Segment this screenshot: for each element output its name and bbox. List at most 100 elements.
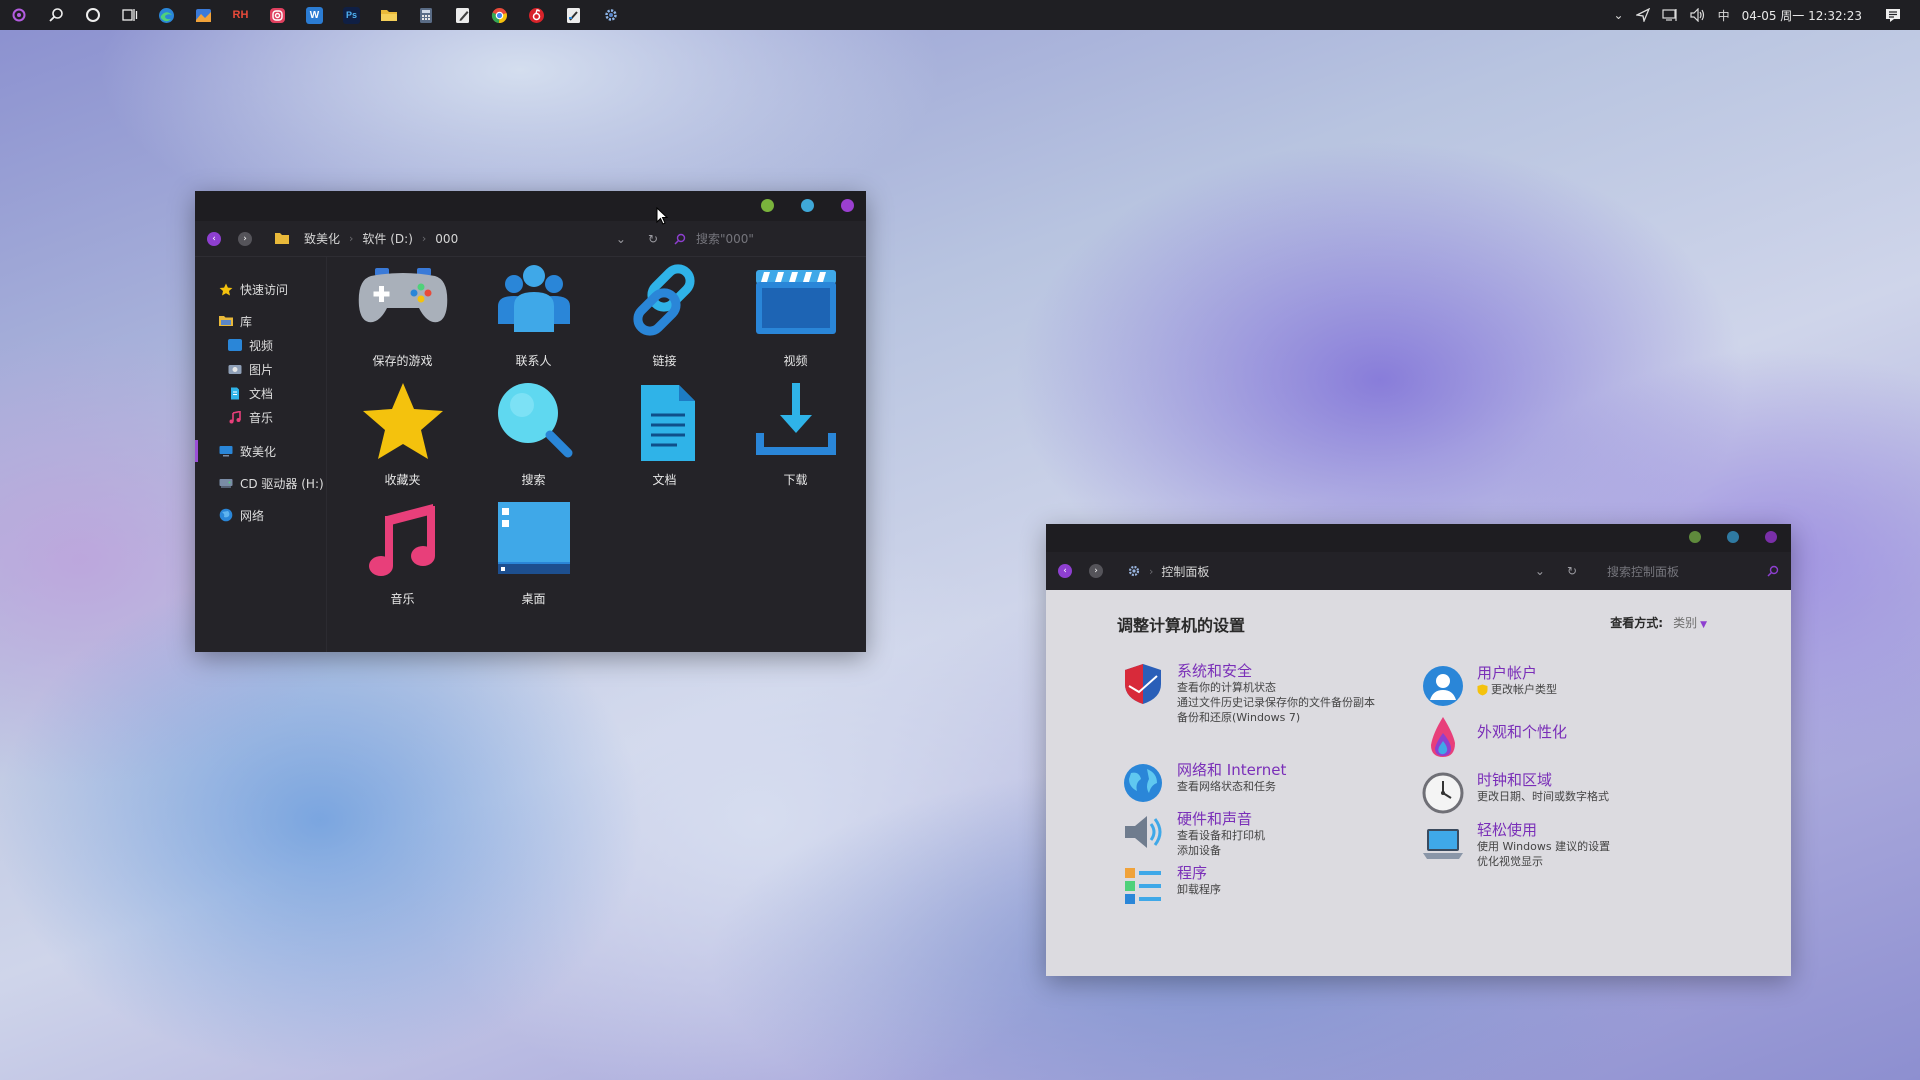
control-panel-search-box[interactable]: 搜索控制面板 [1607, 563, 1779, 580]
category-title[interactable]: 程序 [1177, 864, 1221, 882]
tray-overflow-chevron[interactable]: ⌄ [1614, 8, 1624, 22]
photoshop-app[interactable]: Ps [333, 0, 370, 30]
folder-item[interactable]: 链接 [599, 260, 730, 379]
category-title[interactable]: 系统和安全 [1177, 662, 1403, 680]
category-link[interactable]: 通过文件历史记录保存你的文件备份副本 [1177, 695, 1403, 710]
folder-item[interactable]: 下载 [730, 379, 861, 498]
category-link[interactable]: 查看你的计算机状态 [1177, 680, 1403, 695]
forward-button[interactable]: › [238, 231, 252, 246]
calculator-icon [419, 7, 432, 23]
sidebar-item-documents[interactable]: 文档 [195, 381, 326, 405]
edge-app[interactable] [148, 0, 185, 30]
category-link[interactable]: 查看设备和打印机 [1177, 828, 1265, 843]
breadcrumb-item[interactable]: 软件 (D:) [362, 230, 412, 247]
sidebar-item-label: 音乐 [249, 410, 274, 425]
explorer-address-bar: ‹ › 致美化 › 软件 (D:) › 000 ⌄ ↻ 搜索"000" [195, 221, 866, 257]
folder-item[interactable]: 文档 [599, 379, 730, 498]
sidebar-item-pictures[interactable]: 图片 [195, 357, 326, 381]
photos-app[interactable] [185, 0, 222, 30]
breadcrumb-item[interactable]: 控制面板 [1161, 563, 1209, 580]
category-link[interactable]: 优化视觉显示 [1477, 854, 1610, 869]
notepad-app[interactable] [444, 0, 481, 30]
folder-item[interactable]: 搜索 [468, 379, 599, 498]
rh-app[interactable]: RH [222, 0, 259, 30]
speaker-icon [1125, 816, 1162, 848]
category-text: 硬件和声音 查看设备和打印机 添加设备 [1177, 810, 1265, 858]
task-view-button[interactable] [111, 0, 148, 30]
category-link[interactable]: 查看网络状态和任务 [1177, 779, 1286, 794]
minimize-button[interactable] [761, 199, 774, 212]
category-link[interactable]: 备份和还原(Windows 7) [1177, 710, 1403, 725]
folder-item[interactable]: 保存的游戏 [337, 260, 468, 379]
category-link[interactable]: 使用 Windows 建议的设置 [1477, 839, 1610, 854]
desktop-pc-icon [219, 446, 233, 457]
control-panel-titlebar[interactable] [1046, 524, 1791, 552]
refresh-icon[interactable]: ↻ [648, 232, 658, 246]
minimize-button[interactable] [1689, 531, 1701, 543]
view-by-value: 类别 [1673, 616, 1698, 630]
folder-item[interactable]: 视频 [730, 260, 861, 379]
sidebar-item-cd-drive[interactable]: CD 驱动器 (H:) [195, 471, 326, 495]
sidebar-item-label: 文档 [249, 386, 274, 401]
maximize-button[interactable] [1727, 531, 1739, 543]
category-title[interactable]: 外观和个性化 [1477, 723, 1567, 741]
control-panel-app[interactable] [592, 0, 629, 30]
breadcrumb-item[interactable]: 000 [435, 232, 458, 246]
action-center-button[interactable] [1874, 7, 1912, 23]
history-dropdown-icon[interactable]: ⌄ [616, 232, 626, 246]
cortana-button[interactable] [74, 0, 111, 30]
category-text: 系统和安全 查看你的计算机状态 通过文件历史记录保存你的文件备份副本 备份和还原… [1177, 662, 1403, 725]
category-title[interactable]: 轻松使用 [1477, 821, 1610, 839]
close-button[interactable] [1765, 531, 1777, 543]
sidebar-item-libraries[interactable]: 库 [195, 309, 326, 333]
instagram-app[interactable] [259, 0, 296, 30]
sidebar-item-this-pc[interactable]: 致美化 [195, 439, 326, 463]
folder-item[interactable]: 联系人 [468, 260, 599, 379]
back-button[interactable]: ‹ [207, 231, 221, 246]
sidebar-item-music[interactable]: 音乐 [195, 405, 326, 429]
view-by-dropdown[interactable]: 类别 ▼ [1673, 614, 1707, 631]
chrome-app[interactable] [481, 0, 518, 30]
sidebar-item-quick-access[interactable]: 快速访问 [195, 277, 326, 301]
word-icon: W [306, 6, 323, 24]
close-button[interactable] [841, 199, 854, 212]
folder-item[interactable]: 音乐 [337, 498, 468, 617]
breadcrumb-item[interactable]: 致美化 [304, 230, 340, 247]
forward-button[interactable]: › [1089, 564, 1103, 578]
category-link[interactable]: 卸载程序 [1177, 882, 1221, 897]
taskbar-clock[interactable]: 04-05 周一 12:32:23 [1742, 7, 1862, 24]
category-text: 时钟和区域 更改日期、时间或数字格式 [1477, 771, 1609, 815]
calculator-app[interactable] [407, 0, 444, 30]
back-button[interactable]: ‹ [1058, 564, 1072, 578]
file-explorer-app[interactable] [370, 0, 407, 30]
paint-app[interactable] [555, 0, 592, 30]
input-method-indicator[interactable]: 中 [1718, 7, 1730, 24]
category-link[interactable]: 更改帐户类型 [1477, 682, 1557, 697]
start-button[interactable] [0, 0, 37, 30]
netease-music-app[interactable] [518, 0, 555, 30]
caret-down-icon: ▼ [1700, 620, 1707, 630]
category-title[interactable]: 硬件和声音 [1177, 810, 1265, 828]
clock-icon [1422, 772, 1464, 814]
folder-item[interactable]: 桌面 [468, 498, 599, 617]
category-hardware-sound: 硬件和声音 查看设备和打印机 添加设备 [1121, 810, 1265, 858]
maximize-button[interactable] [801, 199, 814, 212]
explorer-search-box[interactable]: 搜索"000" [674, 230, 854, 247]
location-icon[interactable] [1635, 8, 1650, 22]
folder-item[interactable]: 收藏夹 [337, 379, 468, 498]
explorer-titlebar[interactable] [195, 191, 866, 221]
refresh-icon[interactable]: ↻ [1567, 564, 1577, 578]
category-text: 用户帐户 更改帐户类型 [1477, 664, 1557, 708]
category-title[interactable]: 时钟和区域 [1477, 771, 1609, 789]
search-button[interactable] [37, 0, 74, 30]
history-dropdown-icon[interactable]: ⌄ [1535, 564, 1545, 578]
category-link[interactable]: 添加设备 [1177, 843, 1265, 858]
sidebar-item-network[interactable]: 网络 [195, 503, 326, 527]
category-title[interactable]: 用户帐户 [1477, 664, 1557, 682]
category-title[interactable]: 网络和 Internet [1177, 761, 1286, 779]
category-link[interactable]: 更改日期、时间或数字格式 [1477, 789, 1609, 804]
volume-icon[interactable] [1689, 8, 1706, 22]
word-app[interactable]: W [296, 0, 333, 30]
sidebar-item-videos[interactable]: 视频 [195, 333, 326, 357]
network-tray-icon[interactable] [1661, 8, 1678, 22]
